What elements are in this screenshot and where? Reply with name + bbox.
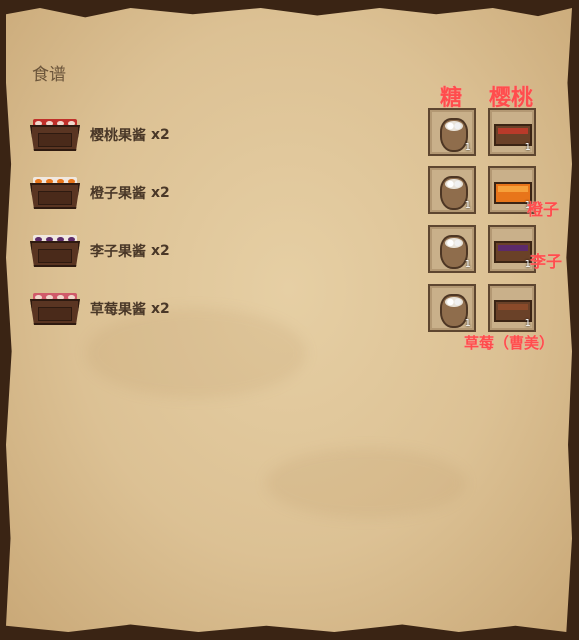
item-count: 1: [524, 318, 531, 329]
item-count: 1: [524, 142, 531, 153]
item-count: 1: [464, 200, 471, 211]
recipe-label: 橙子果酱: [90, 186, 146, 202]
sugar-ingredient-slot[interactable]: 1: [428, 108, 476, 156]
crate-box: [30, 299, 80, 325]
cherry-jam-crate-icon: [30, 117, 80, 153]
plum-jam-crate-icon: [30, 233, 80, 269]
recipe-qty: x2: [151, 301, 170, 317]
annotation-sugar: 糖: [440, 86, 463, 111]
plum-ingredient-slot[interactable]: 1: [488, 225, 536, 273]
orange-jam-crate-icon: [30, 175, 80, 211]
recipe-label: 樱桃果酱: [90, 128, 146, 144]
crate-box: [30, 125, 80, 151]
crate-box: [30, 183, 80, 209]
recipe-qty: x2: [151, 243, 170, 259]
recipe-qty: x2: [151, 127, 170, 143]
strawberry-jam-crate-icon: [30, 291, 80, 327]
sugar-ingredient-slot[interactable]: 1: [428, 225, 476, 273]
crate-box: [30, 241, 80, 267]
item-count: 1: [464, 318, 471, 329]
recipe-row-orange-jam[interactable]: 橙子果酱 x2: [30, 170, 290, 216]
item-count: 1: [464, 259, 471, 270]
sugar-ingredient-slot[interactable]: 1: [428, 166, 476, 214]
recipe-row-cherry-jam[interactable]: 樱桃果酱 x2: [30, 112, 290, 158]
annotation-orange: 橙子: [527, 200, 560, 219]
recipe-row-strawberry-jam[interactable]: 草莓果酱 x2: [30, 286, 290, 332]
strawberry-ingredient-slot[interactable]: 1: [488, 284, 536, 332]
recipe-row-plum-jam[interactable]: 李子果酱 x2: [30, 228, 290, 274]
sugar-ingredient-slot[interactable]: 1: [428, 284, 476, 332]
recipe-label: 李子果酱: [90, 244, 146, 260]
annotation-plum: 李子: [530, 252, 563, 271]
item-count: 1: [464, 142, 471, 153]
cherry-ingredient-slot[interactable]: 1: [488, 108, 536, 156]
recipe-label: 草莓果酱: [90, 302, 146, 318]
paper-stain: [266, 448, 466, 518]
annotation-cherry: 樱桃: [489, 86, 534, 111]
recipe-qty: x2: [151, 185, 170, 201]
recipe-title: 食谱: [32, 65, 66, 85]
annotation-strawberry: 草莓（曹美）: [464, 334, 555, 352]
